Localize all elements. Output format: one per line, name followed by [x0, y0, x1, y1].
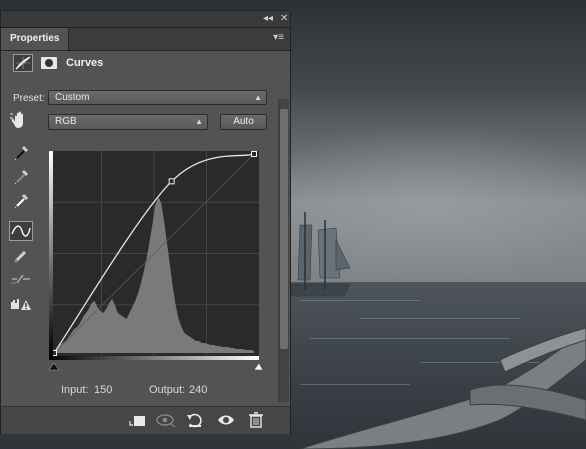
mask-icon[interactable] [39, 54, 59, 72]
collapse-panel-button[interactable]: ◂◂ [263, 13, 273, 24]
visibility-eye-icon[interactable] [216, 411, 236, 429]
smooth-curve-icon[interactable] [9, 269, 33, 289]
output-gradient-bar [49, 151, 53, 356]
sample-white-point-eyedropper-icon[interactable] [9, 190, 33, 210]
panel-tab-row: Properties ▾≡ [1, 28, 290, 51]
scrollbar-thumb[interactable] [280, 109, 288, 349]
panel-bottom-toolbar [1, 406, 290, 434]
channel-dropdown[interactable]: RGB ▲ [48, 114, 208, 130]
view-previous-state-icon[interactable] [155, 411, 176, 429]
auto-button[interactable]: Auto [220, 114, 267, 130]
preset-value: Custom [55, 92, 90, 103]
sample-gray-point-eyedropper-icon[interactable] [9, 166, 33, 186]
output-label: Output: [149, 384, 186, 396]
preset-label: Preset: [13, 93, 45, 104]
draw-pencil-icon[interactable] [9, 245, 33, 265]
properties-panel: ◂◂ ✕ Properties ▾≡ Curves Preset: Custom… [0, 10, 291, 434]
driftwood [299, 327, 586, 449]
tab-properties[interactable]: Properties [1, 28, 70, 50]
white-point-slider[interactable] [253, 362, 263, 371]
curve-control-point[interactable] [251, 151, 257, 157]
curves-adjustment-icon[interactable] [13, 54, 33, 72]
input-gradient-bar [49, 356, 259, 360]
adjustment-header: Curves [1, 51, 290, 77]
curves-graph[interactable] [49, 151, 263, 373]
panel-title-bar[interactable]: ◂◂ ✕ [1, 11, 290, 28]
target-adjust-hand-icon[interactable] [9, 110, 33, 130]
adjustment-title: Curves [66, 57, 104, 69]
ship [289, 212, 351, 297]
curve-control-point[interactable] [168, 178, 175, 185]
clip-to-layer-icon[interactable] [127, 411, 147, 429]
panel-scrollbar[interactable] [278, 99, 289, 402]
close-panel-button[interactable]: ✕ [280, 13, 288, 24]
black-point-slider[interactable] [49, 362, 60, 371]
sample-black-point-eyedropper-icon[interactable] [9, 142, 33, 162]
delete-trash-icon[interactable] [246, 411, 266, 429]
output-value[interactable]: 240 [189, 384, 207, 396]
clipping-warning-icon[interactable] [9, 293, 33, 313]
edit-points-curve-icon[interactable] [9, 221, 33, 241]
channel-value: RGB [55, 116, 77, 127]
dropdown-arrow-icon: ▲ [195, 117, 203, 126]
input-label: Input: [61, 384, 89, 396]
input-output-readout: Input: 150 Output: 240 [1, 384, 290, 398]
dropdown-arrow-icon: ▲ [254, 93, 262, 102]
reset-icon[interactable] [185, 411, 205, 429]
panel-menu-icon[interactable]: ▾≡ [273, 32, 284, 43]
input-value[interactable]: 150 [94, 384, 112, 396]
preset-dropdown[interactable]: Custom ▲ [48, 90, 267, 105]
